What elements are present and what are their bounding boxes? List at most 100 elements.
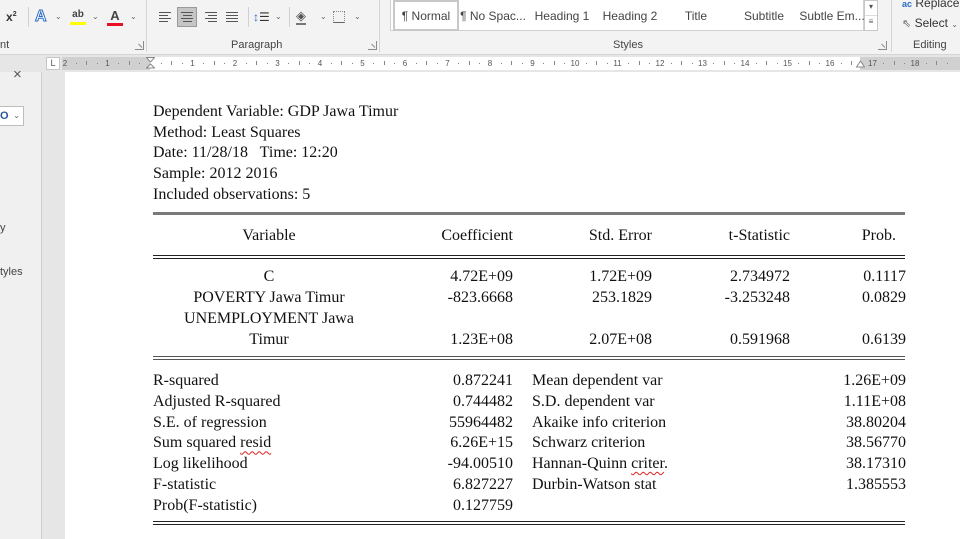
ruler-number: 7	[445, 59, 450, 68]
ruler-number: 14	[740, 59, 750, 68]
std-error-cell: 1.72E+09	[589, 268, 652, 285]
style-heading-1[interactable]: Heading 1	[529, 0, 595, 31]
stat-label: Adjusted R-squared	[153, 392, 281, 410]
navigation-pane: × O ⌄ y tyles	[0, 66, 42, 539]
superscript-button[interactable]: x2	[6, 6, 17, 28]
ruler-tick	[511, 61, 513, 65]
stat-value: -94.00510	[447, 455, 513, 473]
borders-button[interactable]	[333, 6, 345, 28]
ruler-tick	[936, 61, 938, 65]
nav-search-box[interactable]: O ⌄	[0, 106, 24, 126]
document-area: Dependent Variable: GDP Jawa Timur Metho…	[43, 72, 960, 539]
stat-label: Durbin-Watson stat	[532, 476, 657, 493]
styles-dialog-launcher-icon[interactable]	[878, 41, 887, 50]
right-indent-marker[interactable]	[856, 57, 865, 70]
ruler-dot	[564, 63, 566, 64]
highlight-color-bar	[70, 21, 86, 25]
gallery-more-icon[interactable]: ≡	[865, 16, 877, 31]
line-spacing-dropdown-icon[interactable]: ⌄	[275, 12, 282, 21]
std-error-cell: 253.1829	[592, 289, 652, 306]
ruler-number: 16	[825, 59, 835, 68]
tab-selector[interactable]: L	[46, 57, 60, 70]
replace-button[interactable]: ac Replace	[902, 0, 959, 10]
document-page[interactable]: Dependent Variable: GDP Jawa Timur Metho…	[65, 72, 960, 539]
stat-value: 55964482	[449, 413, 513, 431]
select-button[interactable]: ⇖ Select ⌄	[902, 16, 958, 30]
header-double-rule	[153, 255, 905, 259]
ruler-dot	[883, 63, 885, 64]
horizontal-ruler[interactable]: 2 1 1 2 3 4 5 6 7 8 9 10 11 12 13 14 15 16 17 18	[62, 57, 960, 70]
align-left-button[interactable]	[156, 7, 176, 27]
ruler-dot	[904, 63, 906, 64]
stat-value: 38.17310	[846, 455, 906, 473]
prob-cell: 0.6139	[862, 331, 906, 348]
style-subtitle[interactable]: Subtitle	[729, 0, 799, 31]
ruler-dot	[181, 63, 183, 64]
coefficient-cell: -823.6668	[447, 289, 513, 306]
ruler-tick	[851, 61, 853, 65]
shading-dropdown-icon[interactable]: ⌄	[320, 12, 327, 21]
stat-value: 38.56770	[846, 434, 906, 452]
ruler-tick	[596, 61, 598, 65]
ruler-dot	[330, 63, 332, 64]
style-normal[interactable]: ¶ Normal	[393, 0, 459, 31]
align-right-button[interactable]	[200, 7, 220, 27]
ruler-tick	[128, 61, 130, 65]
line-spacing-icon: ↕☰	[253, 10, 270, 24]
highlight-button[interactable]: ab	[70, 6, 86, 28]
borders-dropdown-icon[interactable]: ⌄	[354, 12, 361, 21]
ruler-tick	[808, 61, 810, 65]
style-heading-2[interactable]: Heading 2	[597, 0, 663, 31]
ruler-dot	[840, 63, 842, 64]
shading-button[interactable]: ◈	[296, 6, 306, 28]
ruler-dot	[819, 63, 821, 64]
coefficients-bottom-rule	[153, 356, 905, 360]
stat-label: Sum squared resid	[153, 434, 272, 452]
style-subtle-emphasis[interactable]: Subtle Em...	[799, 0, 865, 31]
ruler-tick	[553, 61, 555, 65]
paragraph-dialog-launcher-icon[interactable]	[368, 41, 377, 50]
search-options-chevron-icon[interactable]: ⌄	[13, 107, 20, 125]
ruler-tick	[383, 61, 385, 65]
text-effects-button[interactable]: A	[35, 6, 48, 28]
font-color-dropdown-icon[interactable]: ⌄	[130, 12, 137, 21]
font-color-icon: A	[110, 7, 120, 23]
ruler-dot	[925, 63, 927, 64]
first-line-indent-marker[interactable]	[146, 57, 155, 70]
text-effects-dropdown-icon[interactable]: ⌄	[55, 12, 62, 21]
nav-close-icon[interactable]: ×	[13, 66, 22, 83]
font-dialog-launcher-icon[interactable]	[135, 41, 144, 50]
style-title[interactable]: Title	[665, 0, 727, 31]
align-center-button[interactable]	[177, 7, 197, 27]
ruler-dot	[288, 63, 290, 64]
stat-label: Hannan-Quinn criter.	[532, 455, 668, 473]
styles-gallery-scroll[interactable]: ▾ ≡	[864, 0, 878, 31]
t-statistic-cell: -3.253248	[724, 289, 790, 306]
ruler-dot	[394, 63, 396, 64]
spelling-error-mark[interactable]: resid	[240, 434, 271, 451]
select-dropdown-icon: ⌄	[951, 20, 958, 29]
gallery-scroll-down-icon[interactable]: ▾	[865, 1, 877, 16]
ruler-dot	[245, 63, 247, 64]
observations-line: Included observations: 5	[153, 185, 311, 203]
style-label: Subtle Em...	[799, 8, 865, 23]
highlight-dropdown-icon[interactable]: ⌄	[92, 12, 99, 21]
nav-pane-text-fragment: tyles	[0, 266, 23, 278]
style-no-spacing[interactable]: ¶ No Spac...	[459, 0, 527, 31]
justify-button[interactable]	[223, 7, 243, 27]
stat-label: S.E. of regression	[153, 413, 267, 431]
ruler-dot	[75, 63, 77, 64]
variable-cell: POVERTY Jawa Timur	[193, 289, 345, 306]
stat-label: Akaike info criterion	[532, 413, 667, 431]
coefficient-cell: 1.23E+08	[450, 331, 513, 348]
spelling-error-mark[interactable]: criter	[631, 455, 664, 472]
ruler-number: 17	[868, 59, 877, 68]
column-header-std-error: Std. Error	[588, 227, 652, 244]
group-separator	[146, 0, 147, 52]
ruler-dot	[946, 63, 948, 64]
ruler-dot	[649, 63, 651, 64]
ruler-number: 3	[275, 59, 280, 68]
line-spacing-button[interactable]: ↕☰	[253, 6, 270, 28]
font-color-button[interactable]: A	[107, 6, 123, 28]
nav-pane-text-fragment: y	[0, 222, 6, 234]
